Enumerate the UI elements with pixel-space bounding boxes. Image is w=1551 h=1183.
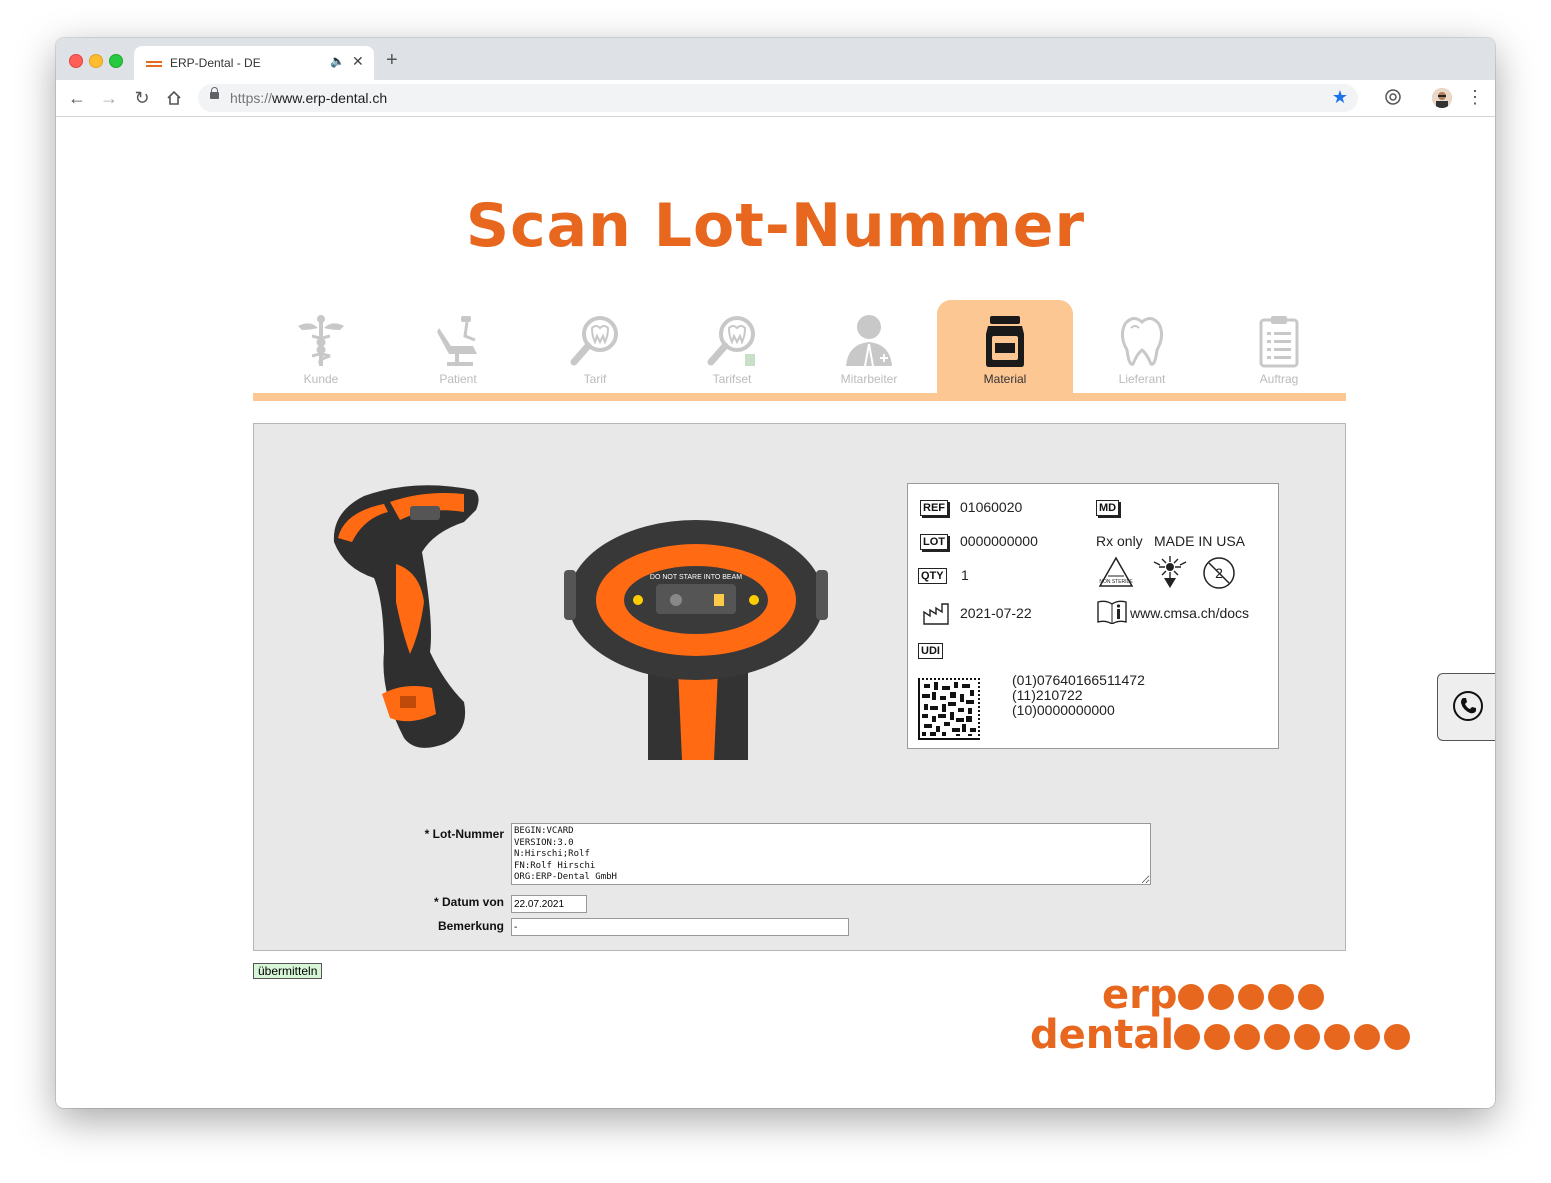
keep-away-sunlight-icon bbox=[1153, 556, 1187, 588]
page-title: Scan Lot-Nummer bbox=[465, 191, 1086, 261]
step-patient[interactable]: Patient bbox=[390, 300, 526, 394]
profile-avatar[interactable] bbox=[1432, 88, 1452, 108]
scan-panel: DO NOT STARE INTO BEAM REF 01060020 MD L… bbox=[253, 423, 1346, 951]
barcode-scanner-side-image bbox=[333, 485, 479, 748]
close-window-button[interactable] bbox=[69, 54, 83, 68]
step-underline bbox=[253, 393, 1346, 401]
step-mitarbeiter[interactable]: Mitarbeiter bbox=[801, 300, 937, 394]
forward-icon[interactable]: → bbox=[98, 87, 120, 109]
instructions-book-icon bbox=[1097, 600, 1127, 624]
svg-text:2: 2 bbox=[1215, 565, 1223, 581]
reload-icon[interactable]: ↻ bbox=[131, 87, 153, 109]
browser-tab[interactable]: ERP-Dental - DE 🔈 ✕ bbox=[134, 46, 374, 80]
bookmark-star-icon[interactable]: ★ bbox=[1332, 87, 1348, 108]
speaker-icon[interactable]: 🔈 bbox=[330, 54, 345, 68]
lot-number-textarea[interactable]: BEGIN:VCARD VERSION:3.0 N:Hirschi;Rolf F… bbox=[511, 823, 1151, 885]
step-navigation: Kunde Patient Tarif Tarifset Mitarbeiter… bbox=[253, 300, 1346, 400]
url-text: https://www.erp-dental.ch bbox=[230, 90, 388, 106]
tooth-outline-icon bbox=[1120, 317, 1164, 366]
step-lieferant[interactable]: Lieferant bbox=[1074, 300, 1210, 394]
step-tarif[interactable]: Tarif bbox=[527, 300, 663, 394]
new-tab-button[interactable]: + bbox=[386, 50, 398, 70]
ref-value: 01060020 bbox=[960, 499, 1023, 515]
udi-line-2: (11)210722 bbox=[1012, 687, 1083, 703]
step-label: Auftrag bbox=[1259, 372, 1299, 386]
lot-number-label: * Lot-Nummer bbox=[424, 827, 504, 841]
step-tarifset[interactable]: Tarifset bbox=[664, 300, 800, 394]
non-sterile-icon: NON STERILE bbox=[1098, 556, 1133, 587]
step-label: Tarifset bbox=[712, 372, 752, 386]
minimize-window-button[interactable] bbox=[89, 54, 103, 68]
remark-input[interactable] bbox=[511, 918, 849, 936]
udi-line-3: (10)0000000000 bbox=[1012, 702, 1115, 718]
lot-tag: LOT bbox=[920, 534, 948, 550]
close-tab-icon[interactable]: ✕ bbox=[352, 53, 364, 70]
step-material[interactable]: Material bbox=[937, 300, 1073, 394]
extension-icon[interactable] bbox=[1384, 88, 1402, 106]
lot-value: 0000000000 bbox=[960, 533, 1038, 549]
caduceus-icon bbox=[298, 315, 344, 366]
clipboard-icon bbox=[1259, 316, 1299, 368]
datamatrix-code bbox=[918, 678, 980, 740]
step-label: Material bbox=[983, 372, 1027, 386]
qty-value: 1 bbox=[961, 567, 969, 583]
udi-line-1: (01)07640166511472 bbox=[1012, 672, 1145, 688]
step-label: Patient bbox=[439, 372, 477, 386]
employee-icon bbox=[846, 315, 892, 367]
lock-icon bbox=[210, 87, 219, 99]
svg-text:NON STERILE: NON STERILE bbox=[1099, 579, 1133, 585]
browser-toolbar: ← → ↻ https://www.erp-dental.ch ★ ⋮ bbox=[56, 80, 1495, 117]
udi-tag: UDI bbox=[918, 643, 943, 659]
tooth-search-icon bbox=[570, 316, 618, 366]
docs-url: www.cmsa.ch/docs bbox=[1130, 605, 1250, 621]
ref-tag: REF bbox=[920, 500, 948, 516]
logo-word-dental: dental bbox=[1030, 1015, 1414, 1055]
step-label: Tarif bbox=[583, 372, 607, 386]
step-auftrag[interactable]: Auftrag bbox=[1211, 300, 1347, 394]
qty-tag: QTY bbox=[918, 568, 947, 584]
page-content: Scan Lot-Nummer Kunde Patient Tarif Tari… bbox=[56, 117, 1495, 1108]
step-label: Kunde bbox=[303, 372, 339, 386]
manufacture-date-icon bbox=[923, 603, 949, 625]
made-in-text: MADE IN USA bbox=[1154, 533, 1246, 549]
phone-call-button[interactable] bbox=[1437, 673, 1495, 741]
date-from-label: * Datum von bbox=[433, 895, 504, 909]
maximize-window-button[interactable] bbox=[109, 54, 123, 68]
erp-dental-logo: erp dental bbox=[1028, 975, 1448, 1071]
barcode-scanner-front-image: DO NOT STARE INTO BEAM bbox=[564, 520, 828, 760]
menu-dots-icon[interactable]: ⋮ bbox=[1466, 86, 1484, 108]
step-label: Mitarbeiter bbox=[840, 372, 898, 386]
tab-title: ERP-Dental - DE bbox=[170, 56, 261, 70]
md-tag: MD bbox=[1096, 500, 1120, 516]
scanner-warning-text: DO NOT STARE INTO BEAM bbox=[650, 574, 742, 581]
product-label: REF 01060020 MD LOT 0000000000 Rx only M… bbox=[907, 483, 1279, 749]
jar-icon bbox=[986, 316, 1024, 367]
browser-window: ERP-Dental - DE 🔈 ✕ + ← → ↻ https://www.… bbox=[56, 38, 1495, 1108]
tab-bar: ERP-Dental - DE 🔈 ✕ + bbox=[56, 38, 1495, 80]
tooth-search-calculator-icon bbox=[707, 316, 755, 366]
favicon-icon bbox=[146, 61, 162, 67]
submit-button[interactable]: übermitteln bbox=[253, 963, 323, 979]
remark-label: Bemerkung bbox=[437, 919, 504, 933]
step-kunde[interactable]: Kunde bbox=[253, 300, 389, 394]
address-bar[interactable]: https://www.erp-dental.ch ★ bbox=[198, 84, 1358, 112]
phone-icon bbox=[1453, 691, 1483, 721]
manufacture-date-value: 2021-07-22 bbox=[960, 605, 1032, 621]
dental-chair-icon bbox=[437, 316, 477, 366]
home-icon[interactable] bbox=[163, 87, 185, 109]
do-not-reuse-icon: 2 bbox=[1203, 557, 1235, 589]
step-label: Lieferant bbox=[1118, 372, 1166, 386]
rx-text: Rx only bbox=[1096, 533, 1143, 549]
date-from-input[interactable] bbox=[511, 895, 587, 913]
back-icon[interactable]: ← bbox=[66, 87, 88, 109]
logo-word-erp: erp bbox=[1102, 975, 1328, 1015]
